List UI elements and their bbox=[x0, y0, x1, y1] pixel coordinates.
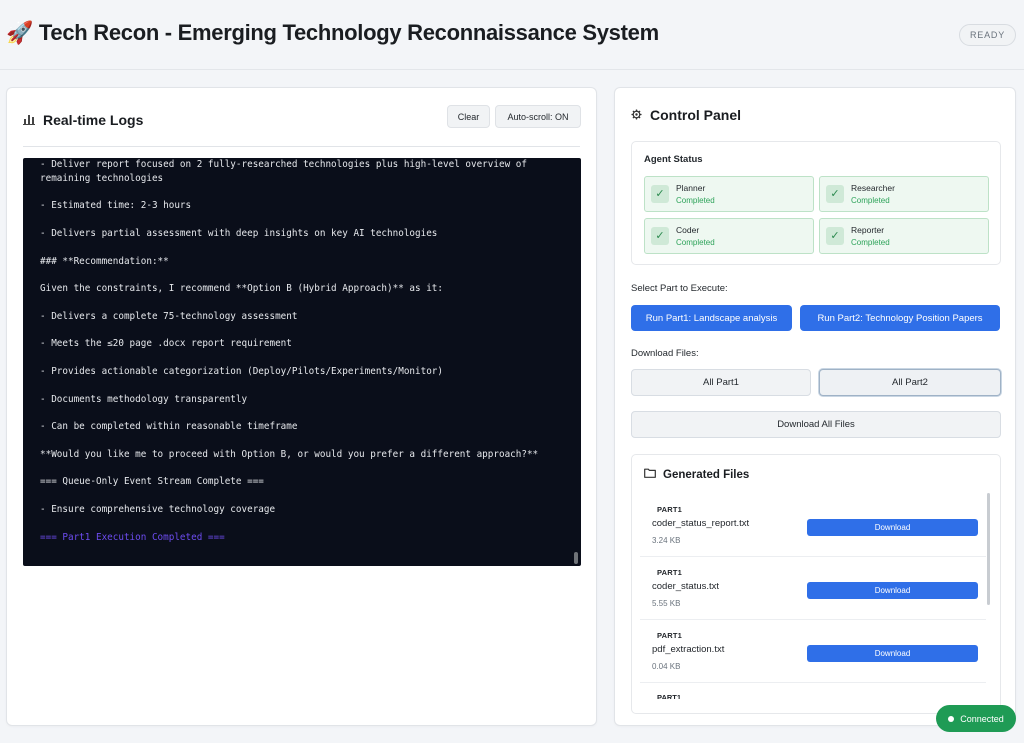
rocket-icon: 🚀 bbox=[6, 20, 34, 45]
log-line: **Would you like me to proceed with Opti… bbox=[40, 448, 539, 460]
file-download-button[interactable]: Download bbox=[807, 582, 978, 599]
log-line: - Deliver report focused on 2 fully-rese… bbox=[40, 159, 533, 184]
file-download-button[interactable]: Download bbox=[807, 519, 978, 536]
file-size: 5.55 KB bbox=[652, 599, 681, 608]
log-line: - Delivers partial assessment with deep … bbox=[40, 227, 438, 239]
log-line: - Meets the ≤20 page .docx report requir… bbox=[40, 338, 292, 350]
download-all-button[interactable]: Download All Files bbox=[631, 411, 1001, 438]
logs-title-text: Real-time Logs bbox=[43, 112, 144, 128]
divider bbox=[23, 146, 580, 147]
file-name: coder_status_report.txt bbox=[652, 518, 750, 529]
logs-title: Real-time Logs bbox=[23, 112, 143, 128]
agent-card-researcher: ✓ Researcher Completed bbox=[819, 176, 989, 212]
agent-status-label: Agent Status bbox=[644, 154, 703, 165]
log-line: - Documents methodology transparently bbox=[40, 393, 248, 405]
file-name: coder_status.txt bbox=[652, 581, 720, 592]
agent-name: Reporter bbox=[851, 225, 885, 235]
logs-panel: Real-time Logs Clear Auto-scroll: ON - D… bbox=[6, 87, 597, 726]
check-icon: ✓ bbox=[651, 185, 669, 203]
file-download-button[interactable]: Download bbox=[807, 645, 978, 662]
agent-name: Coder bbox=[676, 225, 700, 235]
connection-status-label: Connected bbox=[960, 713, 1004, 724]
autoscroll-toggle[interactable]: Auto-scroll: ON bbox=[495, 105, 581, 128]
connection-status-badge: Connected bbox=[936, 705, 1016, 732]
log-line: - Delivers a complete 75-technology asse… bbox=[40, 310, 298, 322]
terminal-scrollbar[interactable] bbox=[574, 552, 578, 564]
agent-status: Completed bbox=[851, 238, 890, 247]
generated-files-section: Generated Files PART1 coder_status_repor… bbox=[631, 454, 1001, 714]
log-line-completed: === Part1 Execution Completed === bbox=[40, 531, 225, 543]
bar-chart-icon bbox=[23, 112, 35, 128]
file-part-tag: PART1 bbox=[657, 631, 683, 640]
run-part1-button[interactable]: Run Part1: Landscape analysis bbox=[631, 305, 792, 331]
file-size: 0.04 KB bbox=[652, 662, 681, 671]
file-item: PART1 coder_status_report.txt 3.24 KB Do… bbox=[640, 499, 986, 557]
control-panel-title: Control Panel bbox=[631, 107, 741, 123]
file-item: PART1 pdf_extraction.txt 0.04 KB Downloa… bbox=[640, 625, 986, 683]
file-size: 3.24 KB bbox=[652, 536, 681, 545]
download-files-label: Download Files: bbox=[631, 348, 699, 359]
agent-card-planner: ✓ Planner Completed bbox=[644, 176, 814, 212]
file-name: pdf_extraction.txt bbox=[652, 644, 725, 655]
generated-files-title: Generated Files bbox=[644, 468, 749, 481]
files-scrollbar[interactable] bbox=[987, 493, 990, 605]
log-line: Given the constraints, I recommend **Opt… bbox=[40, 283, 443, 295]
log-terminal[interactable]: - Deliver report focused on 2 fully-rese… bbox=[23, 158, 581, 566]
agent-status: Completed bbox=[676, 238, 715, 247]
all-part2-button[interactable]: All Part2 bbox=[819, 369, 1001, 396]
all-part1-button[interactable]: All Part1 bbox=[631, 369, 811, 396]
status-dot-icon bbox=[948, 715, 955, 722]
file-part-tag-partial: PART1 bbox=[657, 695, 681, 699]
app-title-text: Tech Recon - Emerging Technology Reconna… bbox=[38, 20, 659, 45]
agent-name: Planner bbox=[676, 183, 706, 193]
control-panel: Control Panel Agent Status ✓ Planner Com… bbox=[614, 87, 1016, 726]
gear-icon bbox=[631, 107, 642, 123]
agent-status: Completed bbox=[851, 196, 890, 205]
log-lines: - Deliver report focused on 2 fully-rese… bbox=[40, 158, 567, 544]
agent-card-reporter: ✓ Reporter Completed bbox=[819, 218, 989, 254]
agent-card-coder: ✓ Coder Completed bbox=[644, 218, 814, 254]
select-part-label: Select Part to Execute: bbox=[631, 283, 728, 294]
log-line: === Queue-Only Event Stream Complete === bbox=[40, 476, 264, 488]
check-icon: ✓ bbox=[826, 185, 844, 203]
status-badge: READY bbox=[958, 24, 1016, 46]
file-part-tag: PART1 bbox=[657, 568, 683, 577]
check-icon: ✓ bbox=[651, 227, 669, 245]
log-line: - Can be completed within reasonable tim… bbox=[40, 421, 298, 433]
check-icon: ✓ bbox=[826, 227, 844, 245]
app-header: 🚀 Tech Recon - Emerging Technology Recon… bbox=[0, 0, 1024, 70]
file-item: PART1 coder_status.txt 5.55 KB Download bbox=[640, 562, 986, 620]
log-line: - Ensure comprehensive technology covera… bbox=[40, 503, 276, 515]
log-line: ### **Recommendation:** bbox=[40, 255, 169, 267]
control-panel-title-text: Control Panel bbox=[650, 107, 742, 123]
log-line: - Provides actionable categorization (De… bbox=[40, 365, 443, 377]
folder-icon bbox=[644, 468, 656, 481]
app-title: 🚀 Tech Recon - Emerging Technology Recon… bbox=[6, 20, 659, 46]
clear-logs-button[interactable]: Clear bbox=[447, 105, 490, 128]
log-line: - Estimated time: 2-3 hours bbox=[40, 200, 192, 212]
generated-files-title-text: Generated Files bbox=[663, 468, 750, 481]
agent-name: Researcher bbox=[851, 183, 895, 193]
agent-status-section: Agent Status ✓ Planner Completed ✓ Resea… bbox=[631, 141, 1001, 265]
run-part2-button[interactable]: Run Part2: Technology Position Papers bbox=[800, 305, 1000, 331]
agent-status: Completed bbox=[676, 196, 715, 205]
file-part-tag: PART1 bbox=[657, 505, 683, 514]
